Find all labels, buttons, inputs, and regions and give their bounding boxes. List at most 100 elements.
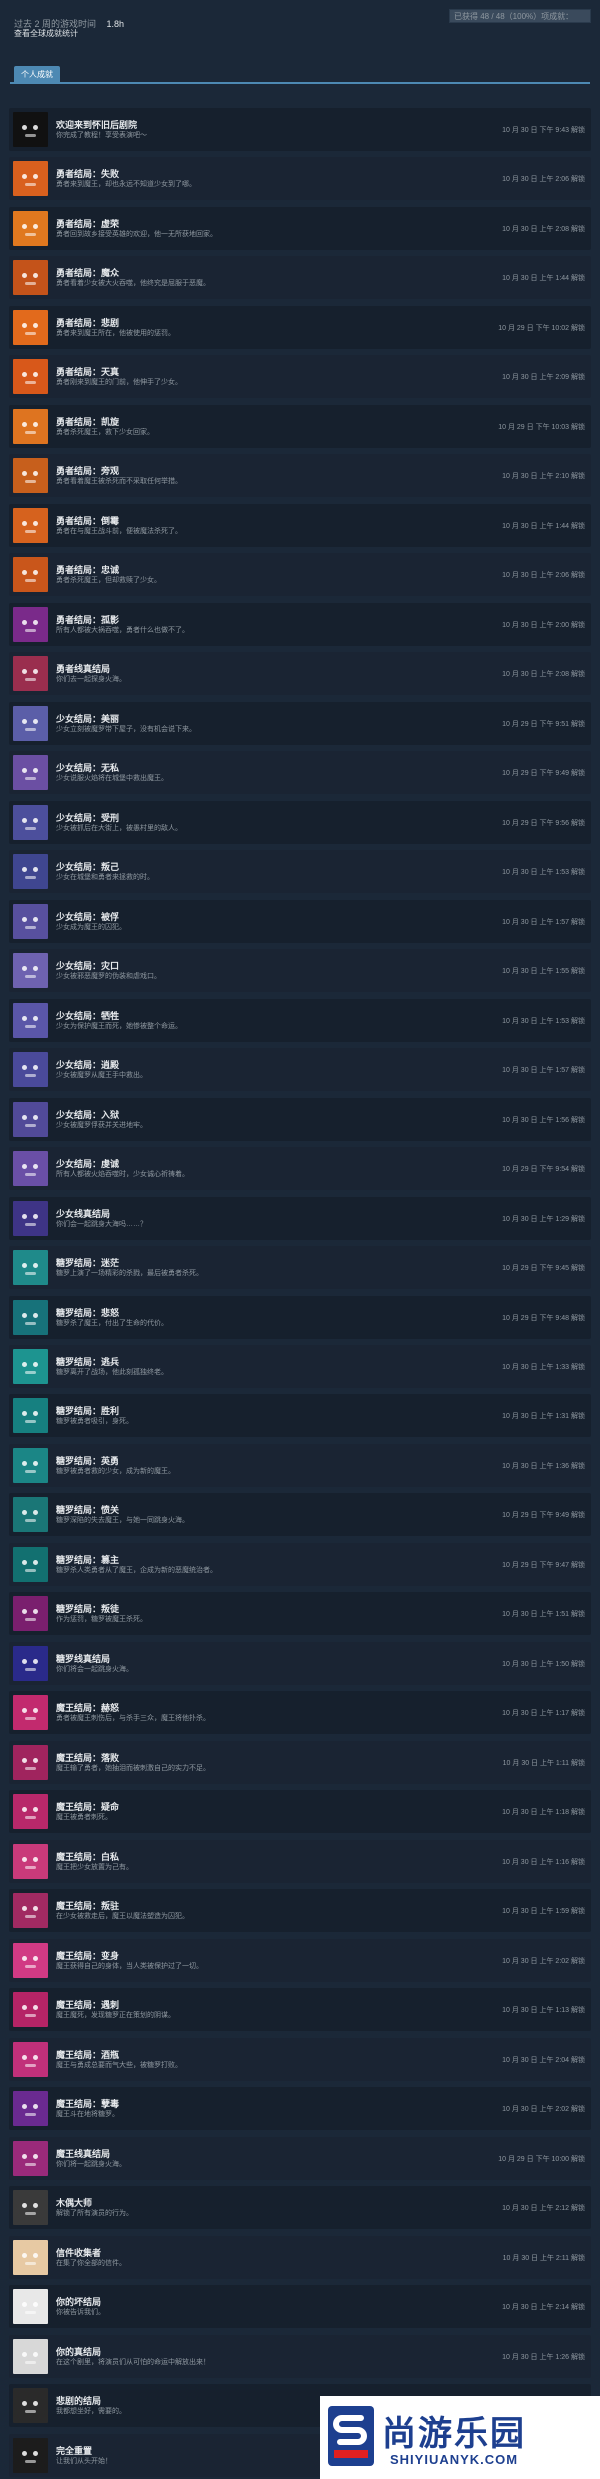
icon-face-detail bbox=[22, 322, 27, 328]
achievement-description: 在少女被救走后，魔王以魔法塑造为囚犯。 bbox=[56, 1913, 189, 1921]
icon-face-detail bbox=[22, 718, 27, 724]
icon-face-detail bbox=[33, 916, 38, 922]
achievement-row: 少女结局：叛己 少女在城堡和勇者来拯救的时。 10 月 30 日 上午 1:53 解… bbox=[9, 850, 591, 894]
hero-icon bbox=[13, 458, 48, 494]
icon-face-detail bbox=[33, 174, 38, 180]
achievement-row: 少女结局：牺牲 少女为保护魔王而死，她惨被整个命运。 10 月 30 日 上午 1:… bbox=[9, 998, 591, 1042]
achievement-description: 你们会一起跳身大海吗……？ bbox=[56, 1220, 147, 1228]
icon-face-detail bbox=[22, 2302, 27, 2308]
icon-face-detail bbox=[25, 331, 36, 335]
unlock-date: 10 月 30 日 上午 1:31 解锁 bbox=[502, 1413, 585, 1421]
achievement-description: 少女为保护魔王而死，她惨被整个命运。 bbox=[56, 1022, 182, 1030]
achievement-description: 少女在城堡和勇者来拯救的时。 bbox=[56, 874, 154, 882]
icon-face-detail bbox=[33, 1362, 38, 1367]
icon-face-detail bbox=[22, 1213, 27, 1219]
achievement-row: 勇者结局：忠诚 勇者杀死魔王，但却救赎了少女。 10 月 30 日 上午 2:06 … bbox=[9, 553, 591, 597]
achievement-row: 魔王结局：白私 魔王把少女放置为己有。 10 月 30 日 上午 1:16 解锁 bbox=[9, 1839, 591, 1883]
unlock-date: 10 月 30 日 上午 1:44 解锁 bbox=[502, 275, 585, 283]
demon-icon bbox=[13, 1843, 48, 1879]
unlock-date: 10 月 30 日 下午 9:43 解锁 bbox=[502, 127, 585, 134]
icon-face-detail bbox=[33, 2450, 38, 2456]
icon-face-detail bbox=[25, 876, 36, 880]
achievement-description: 勇者来到魔王所在，他被使用的惩罚。 bbox=[56, 329, 175, 337]
achievement-description: 你们去一起探身火海。 bbox=[56, 676, 126, 684]
icon-face-detail bbox=[25, 1915, 36, 1919]
icon-face-detail bbox=[22, 471, 27, 477]
watermark-title: 尚游乐园 bbox=[382, 2415, 526, 2453]
unlock-date: 10 月 30 日 上午 1:33 解锁 bbox=[502, 1364, 585, 1371]
achievement-description: 解锁了所有演员的行为。 bbox=[56, 2210, 133, 2218]
achievement-description: 糖罗上演了一场精彩的杀戮，最后被勇者杀死。 bbox=[56, 1270, 203, 1278]
icon-face-detail bbox=[33, 1312, 38, 1318]
unlock-date: 10 月 30 日 上午 1:51 解锁 bbox=[502, 1611, 585, 1619]
playtime-hours: 1.8h bbox=[106, 19, 125, 29]
achievement-row: 勇者结局：孤影 所有人都被大祸吞噬，勇者什么也做不了。 10 月 30 日 上午 2… bbox=[9, 602, 591, 646]
tab-underline bbox=[10, 82, 590, 84]
unlock-date: 10 月 30 日 上午 2:11 解锁 bbox=[502, 2254, 585, 2262]
achievement-description: 少女立刻被魔罗带下屋子，没有机会说下来。 bbox=[56, 725, 196, 733]
girl-icon bbox=[13, 755, 48, 791]
true-end-icon bbox=[13, 2338, 48, 2374]
icon-face-detail bbox=[33, 1015, 38, 1021]
icon-face-detail bbox=[22, 570, 27, 576]
achievement-progress-bar: 已获得 48 / 48（100%）项成就： bbox=[449, 9, 591, 23]
achievement-row: 糖罗结局：迷茫 糖罗上演了一场精彩的杀戮，最后被勇者杀死。 10 月 29 日 下午… bbox=[9, 1246, 591, 1290]
icon-face-detail bbox=[22, 1263, 27, 1269]
achievement-description: 勇者来到魔王，却也永远不知道少女到了哪。 bbox=[56, 181, 196, 189]
demon-icon bbox=[13, 2091, 48, 2127]
icon-face-detail bbox=[25, 1766, 36, 1770]
achievement-row: 你的真结局 在这个剧里，将演员们从可怕的命运中解放出来！ 10 月 30 日 上午 … bbox=[9, 2334, 591, 2378]
achievement-description: 在这个剧里，将演员们从可怕的命运中解放出来！ bbox=[56, 2358, 210, 2366]
hero-icon bbox=[13, 359, 48, 395]
achievement-row: 勇者结局：倒霉 勇者在与魔王战斗前，便被魔法杀死了。 10 月 30 日 上午 1:… bbox=[9, 503, 591, 547]
achievement-description: 勇者在与魔王战斗前，便被魔法杀死了。 bbox=[56, 527, 182, 535]
icon-face-detail bbox=[25, 1173, 36, 1177]
achievement-row: 信件收集者 在集了你全部的信件。 10 月 30 日 上午 2:11 解锁 bbox=[9, 2235, 591, 2279]
achievement-row: 勇者结局：魔众 勇者看着少女被大火吞噬，他终究是屈服于恶魔。 10 月 30 日 上… bbox=[9, 256, 591, 300]
icon-face-detail bbox=[33, 669, 38, 675]
watermark-logo-icon bbox=[328, 2406, 374, 2466]
icon-face-detail bbox=[25, 1568, 36, 1572]
hero-icon bbox=[13, 557, 48, 593]
icon-face-detail bbox=[22, 768, 27, 774]
icon-face-detail bbox=[22, 1906, 27, 1912]
unlock-date: 10 月 29 日 下午 9:47 解锁 bbox=[502, 1561, 585, 1569]
achievement-row: 糖罗结局：英勇 糖罗被勇者救的少女，成为新的魔王。 10 月 30 日 上午 1:3… bbox=[9, 1443, 591, 1487]
unlock-date: 10 月 30 日 上午 1:56 解锁 bbox=[502, 1116, 585, 1124]
icon-face-detail bbox=[25, 2063, 36, 2067]
achievement-description: 作为惩罚，糖罗被魔王杀死。 bbox=[56, 1616, 147, 1624]
achievement-description: 魔王获得自己的身体，当人类被保护过了一切。 bbox=[56, 1962, 203, 1970]
girl-icon bbox=[13, 1101, 48, 1137]
icon-face-detail bbox=[25, 1321, 36, 1325]
icon-face-detail bbox=[33, 768, 38, 774]
icon-face-detail bbox=[33, 520, 38, 526]
icon-face-detail bbox=[25, 2261, 36, 2265]
achievement-row: 糖罗结局：逃兵 糖罗离开了战场，他此刻孤独终老。 10 月 30 日 上午 1:33… bbox=[9, 1345, 591, 1388]
achievement-description: 我都想坐好，需要的。 bbox=[56, 2408, 126, 2416]
icon-face-detail bbox=[22, 1312, 27, 1318]
view-global-stats-link[interactable]: 查看全球成就统计 bbox=[14, 28, 78, 39]
achievement-row: 少女结局：受刑 少女被抓后在大街上，被愚村里的敌人。 10 月 29 日 下午 9:… bbox=[9, 800, 591, 844]
icon-face-detail bbox=[25, 2360, 36, 2364]
icon-face-detail bbox=[22, 2252, 27, 2258]
icon-face-detail bbox=[33, 1955, 38, 1961]
unlock-date: 10 月 30 日 上午 1:11 解锁 bbox=[502, 1759, 585, 1767]
tangluo-icon bbox=[13, 1250, 48, 1286]
achievement-row: 糖罗结局：篡主 糖罗杀人类勇者从了魔王，企成为新的恶魔统治者。 10 月 29 日 … bbox=[9, 1542, 591, 1586]
icon-face-detail bbox=[22, 273, 27, 279]
achievement-row: 勇者结局：失败 勇者来到魔王，却也永远不知道少女到了哪。 10 月 30 日 上午 … bbox=[9, 157, 591, 201]
icon-face-detail bbox=[22, 817, 27, 823]
icon-face-detail bbox=[25, 727, 36, 731]
unlock-date: 10 月 30 日 上午 1:57 解锁 bbox=[502, 918, 585, 926]
unlock-date: 10 月 29 日 下午 10:02 解锁 bbox=[498, 324, 585, 332]
hero-icon bbox=[13, 309, 48, 345]
unlock-date: 10 月 30 日 上午 2:02 解锁 bbox=[502, 1957, 585, 1965]
unlock-date: 10 月 30 日 上午 1:59 解锁 bbox=[502, 1908, 585, 1916]
unlock-date: 10 月 30 日 上午 1:55 解锁 bbox=[502, 968, 585, 976]
icon-face-detail bbox=[33, 223, 38, 229]
achievement-row: 勇者结局：悲剧 勇者来到魔王所在，他被使用的惩罚。 10 月 29 日 下午 10:… bbox=[9, 305, 591, 349]
unlock-date: 10 月 30 日 上午 1:53 解锁 bbox=[502, 869, 585, 877]
achievement-description: 糖罗离开了战场，他此刻孤独终老。 bbox=[56, 1369, 168, 1376]
achievement-row: 勇者线真结局 你们去一起探身火海。 10 月 30 日 上午 2:08 解锁 bbox=[9, 652, 591, 696]
icon-face-detail bbox=[33, 2104, 38, 2110]
